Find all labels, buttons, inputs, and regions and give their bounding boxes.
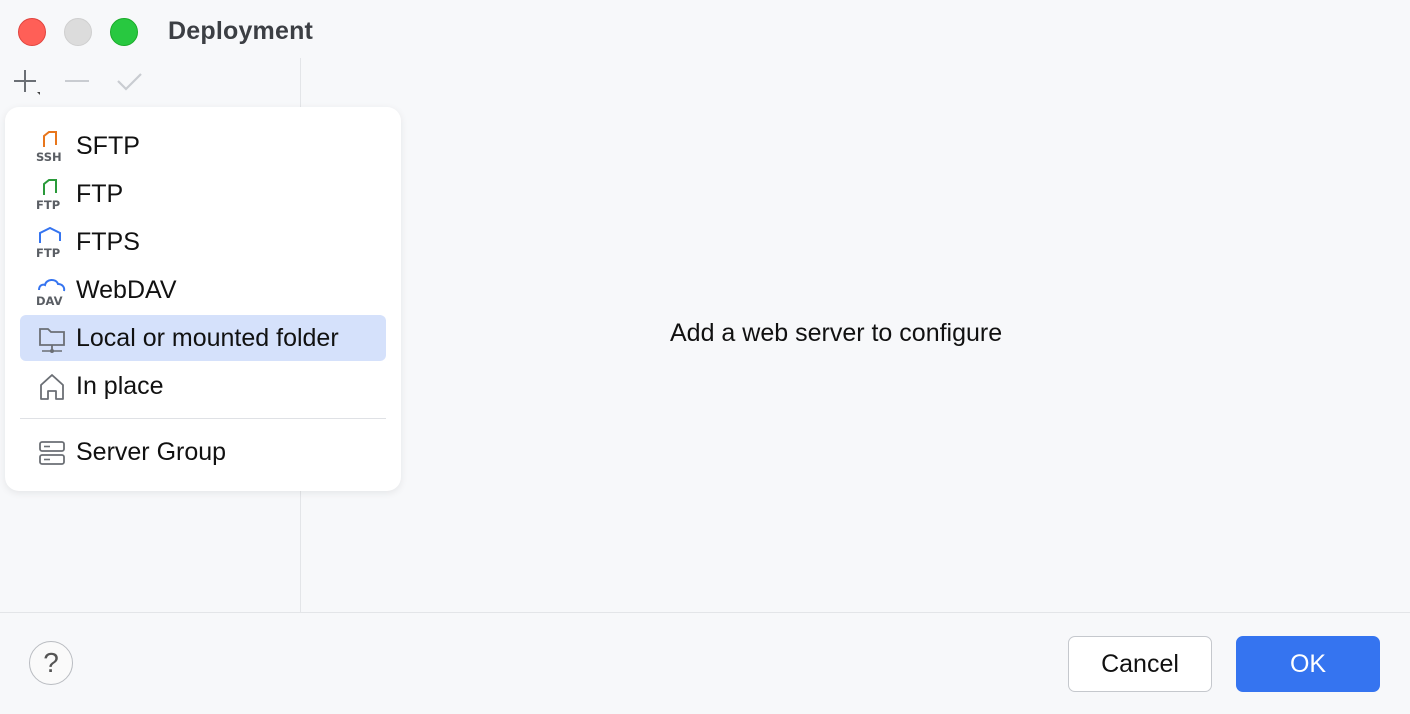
menu-item-server-group[interactable]: Server Group [20,429,386,475]
menu-item-label: FTPS [76,228,140,256]
check-icon[interactable] [114,66,144,96]
svg-text:FTP: FTP [36,246,60,259]
menu-item-ftp[interactable]: FTP FTP [20,171,386,217]
svg-text:DAV: DAV [36,294,63,307]
menu-item-label: SFTP [76,132,140,160]
empty-state-message: Add a web server to configure [670,319,1003,347]
title-bar: Deployment [0,0,1410,60]
folder-icon [36,323,68,355]
ftps-icon: FTP [36,227,68,259]
svg-text:SSH: SSH [36,150,62,163]
ftp-icon: FTP [36,179,68,211]
menu-item-ftps[interactable]: FTP FTPS [20,219,386,265]
menu-item-in-place[interactable]: In place [20,363,386,409]
add-server-popup-menu: SSH SFTP FTP FTP FTP FTPS DAV WebDAV Loc… [5,107,401,491]
server-group-icon [36,437,68,469]
help-button[interactable]: ? [29,641,73,685]
menu-item-label: In place [76,372,164,400]
menu-item-label: Server Group [76,438,227,466]
menu-item-local-folder[interactable]: Local or mounted folder [20,315,386,361]
svg-text:FTP: FTP [36,198,60,211]
menu-item-label: FTP [76,180,124,208]
sftp-icon: SSH [36,131,68,163]
close-window-button[interactable] [18,18,46,46]
webdav-icon: DAV [36,275,68,307]
plus-icon[interactable] [10,66,40,96]
footer-divider [0,612,1410,613]
menu-item-sftp[interactable]: SSH SFTP [20,123,386,169]
menu-item-label: WebDAV [76,276,177,304]
menu-item-label: Local or mounted folder [76,324,339,352]
home-icon [36,371,68,403]
menu-separator [20,418,386,419]
minimize-window-button[interactable] [64,18,92,46]
window-title: Deployment [168,17,314,45]
ok-button[interactable]: OK [1236,636,1380,692]
minus-icon[interactable] [62,66,92,96]
maximize-window-button[interactable] [110,18,138,46]
cancel-button[interactable]: Cancel [1068,636,1212,692]
menu-item-webdav[interactable]: DAV WebDAV [20,267,386,313]
